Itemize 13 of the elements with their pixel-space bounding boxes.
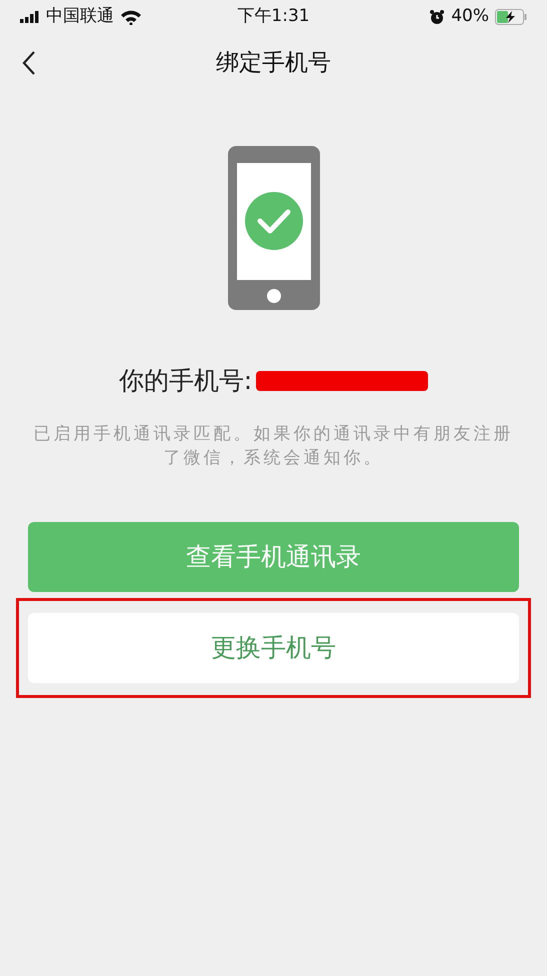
battery-percent: 40% — [451, 5, 489, 28]
carrier-name: 中国联通 — [46, 5, 114, 28]
signal-icon — [20, 11, 40, 23]
clock-time: 下午1:31 — [237, 5, 310, 28]
alarm-icon — [429, 9, 446, 25]
view-contacts-button[interactable]: 查看手机通讯录 — [28, 522, 519, 592]
phone-number-label: 你的手机号: — [118, 365, 252, 397]
page-title: 绑定手机号 — [216, 50, 331, 76]
change-number-button[interactable]: 更换手机号 — [28, 612, 519, 682]
battery-charging-icon — [495, 9, 527, 25]
matching-notice: 已启用手机通讯录匹配。如果你的通讯录中有朋友注册了微信，系统会通知你。 — [34, 424, 514, 468]
back-icon[interactable] — [22, 50, 36, 76]
wifi-icon — [120, 9, 142, 25]
